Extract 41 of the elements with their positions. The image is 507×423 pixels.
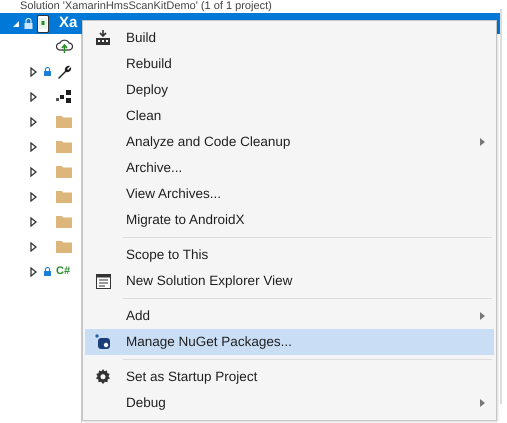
menu-item[interactable]: Manage NuGet Packages... — [85, 329, 494, 355]
menu-item[interactable]: Set as Startup Project — [85, 364, 494, 390]
expand-arrow-icon[interactable] — [30, 266, 37, 276]
expand-arrow-icon[interactable] — [30, 142, 37, 152]
settings-icon — [95, 369, 111, 385]
lock-icon — [24, 18, 33, 29]
expand-arrow-icon[interactable] — [30, 92, 37, 102]
menu-item[interactable]: Clean — [85, 103, 494, 129]
menu-item[interactable]: Build — [85, 25, 494, 51]
cloud-icon — [56, 39, 73, 54]
folder-icon — [56, 140, 72, 153]
folder-icon — [56, 240, 72, 253]
menu-item[interactable]: Debug — [85, 390, 494, 416]
folder-icon — [56, 165, 72, 178]
expand-arrow-icon[interactable] — [30, 66, 37, 76]
menu-item[interactable]: Migrate to AndroidX — [85, 207, 494, 233]
expand-arrow-icon[interactable] — [30, 242, 37, 252]
references-icon — [56, 90, 72, 104]
wrench-icon — [56, 64, 72, 80]
menu-item[interactable]: Archive... — [85, 155, 494, 181]
solution-title: Solution 'XamarinHmsScanKitDemo' (1 of 1 project) — [19, 0, 272, 13]
phone-icon — [37, 14, 49, 32]
menu-item[interactable]: New Solution Explorer View — [85, 268, 494, 294]
folder-icon — [56, 190, 72, 203]
menu-item[interactable]: View Archives... — [85, 181, 494, 207]
menu-item[interactable]: Analyze and Code Cleanup — [85, 129, 494, 155]
menu-item[interactable]: Rebuild — [85, 51, 494, 77]
expand-arrow-icon[interactable] — [30, 192, 37, 202]
expand-arrow-icon[interactable] — [30, 166, 37, 176]
menu-item[interactable]: Deploy — [85, 77, 494, 103]
menu-item[interactable]: Scope to This — [85, 242, 494, 268]
build-icon — [94, 30, 112, 46]
folder-icon — [56, 115, 72, 128]
expand-arrow-icon[interactable] — [30, 116, 37, 126]
expand-arrow-icon[interactable] — [30, 216, 37, 226]
menu-item[interactable]: Add — [85, 303, 494, 329]
project-name[interactable]: Xa — [59, 12, 78, 35]
nuget-icon — [95, 334, 111, 350]
folder-icon — [56, 215, 72, 228]
csharp-project-icon: C# — [56, 263, 70, 280]
window-icon — [96, 274, 110, 288]
